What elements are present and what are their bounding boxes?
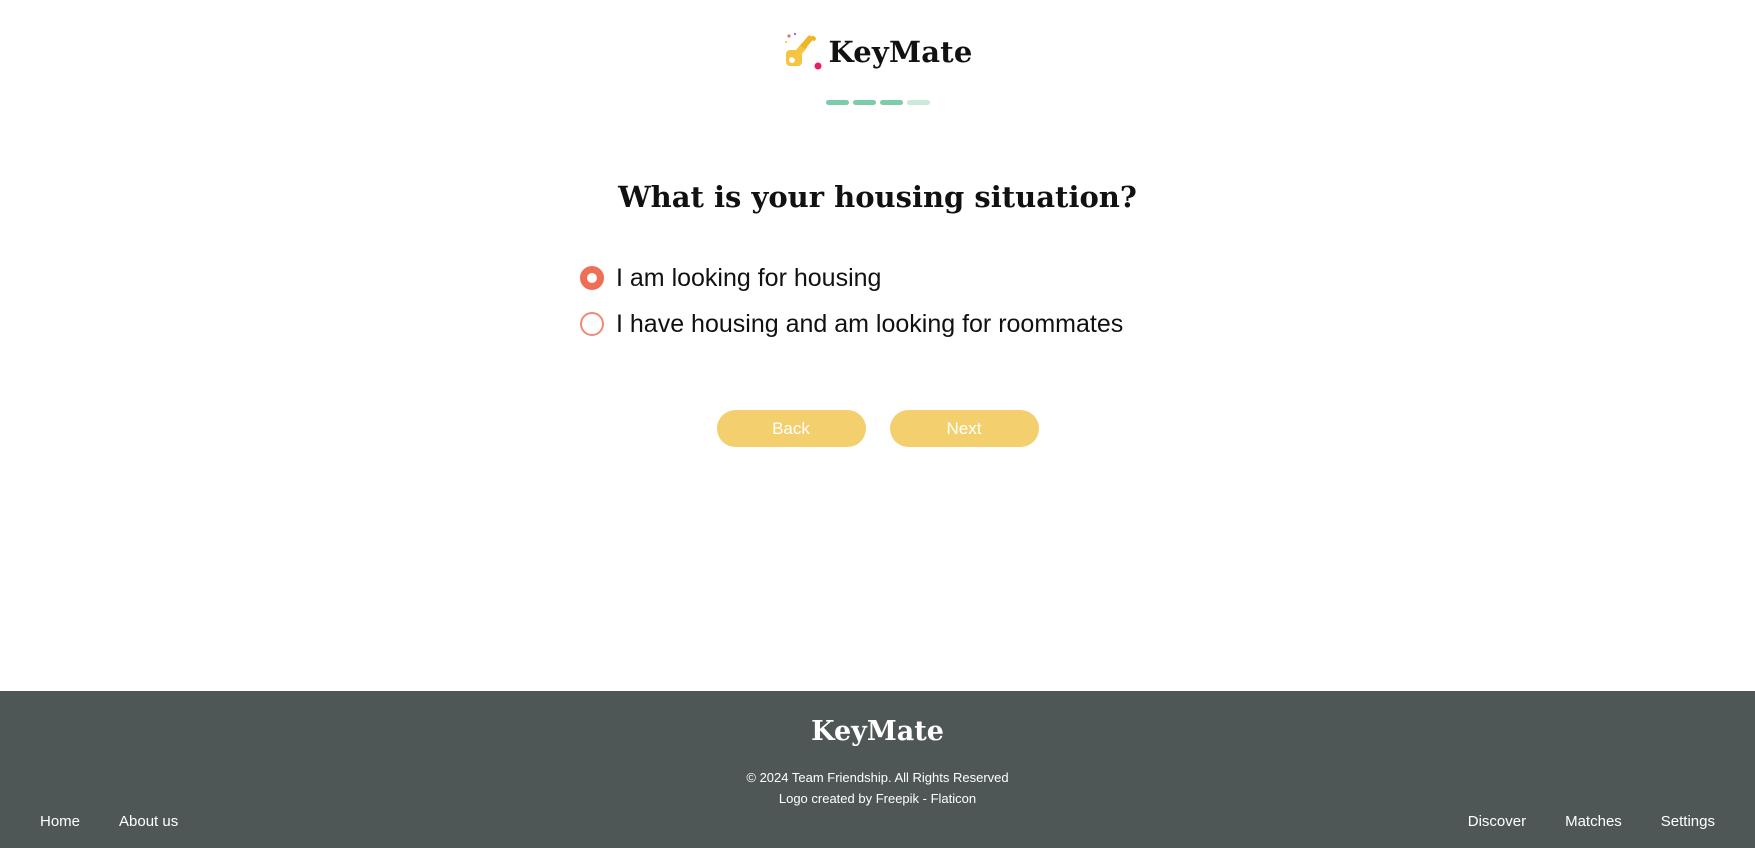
progress-step	[852, 100, 876, 105]
footer-credit: Logo created by Freepik - Flaticon	[778, 791, 977, 806]
footer: KeyMate © 2024 Team Friendship. All Righ…	[0, 691, 1755, 848]
option-label: I have housing and am looking for roomma…	[616, 309, 1124, 338]
next-button[interactable]: Next	[889, 410, 1039, 447]
progress-step	[879, 100, 903, 105]
footer-copyright: © 2024 Team Friendship. All Rights Reser…	[746, 770, 1009, 785]
footer-link-settings[interactable]: Settings	[1661, 813, 1715, 830]
footer-brand-name: KeyMate	[811, 716, 944, 747]
radio-button[interactable]	[580, 312, 604, 336]
progress-step	[906, 100, 930, 105]
question-title: What is your housing situation?	[618, 180, 1137, 214]
option-looking-for-housing[interactable]: I am looking for housing	[580, 255, 1123, 301]
brand-name: KeyMate	[828, 35, 973, 69]
footer-link-discover[interactable]: Discover	[1468, 813, 1526, 830]
onboarding-page: KeyMate What is your housing situation? …	[0, 0, 1755, 848]
radio-button-selected[interactable]	[580, 266, 604, 290]
step-progress	[0, 100, 1755, 105]
back-button[interactable]: Back	[716, 410, 866, 447]
option-label: I am looking for housing	[616, 263, 882, 292]
option-have-housing[interactable]: I have housing and am looking for roomma…	[580, 301, 1123, 347]
navigation-buttons: Back Next	[0, 410, 1755, 447]
footer-link-matches[interactable]: Matches	[1565, 813, 1622, 830]
housing-options: I am looking for housing I have housing …	[580, 255, 1123, 347]
footer-nav-right: Discover Matches Settings	[1468, 813, 1715, 830]
header-brand: KeyMate	[0, 30, 1755, 74]
progress-step	[825, 100, 849, 105]
footer-link-about-us[interactable]: About us	[119, 813, 178, 830]
key-sparkle-icon	[785, 32, 822, 70]
footer-link-home[interactable]: Home	[40, 813, 80, 830]
footer-nav-left: Home About us	[40, 813, 178, 830]
